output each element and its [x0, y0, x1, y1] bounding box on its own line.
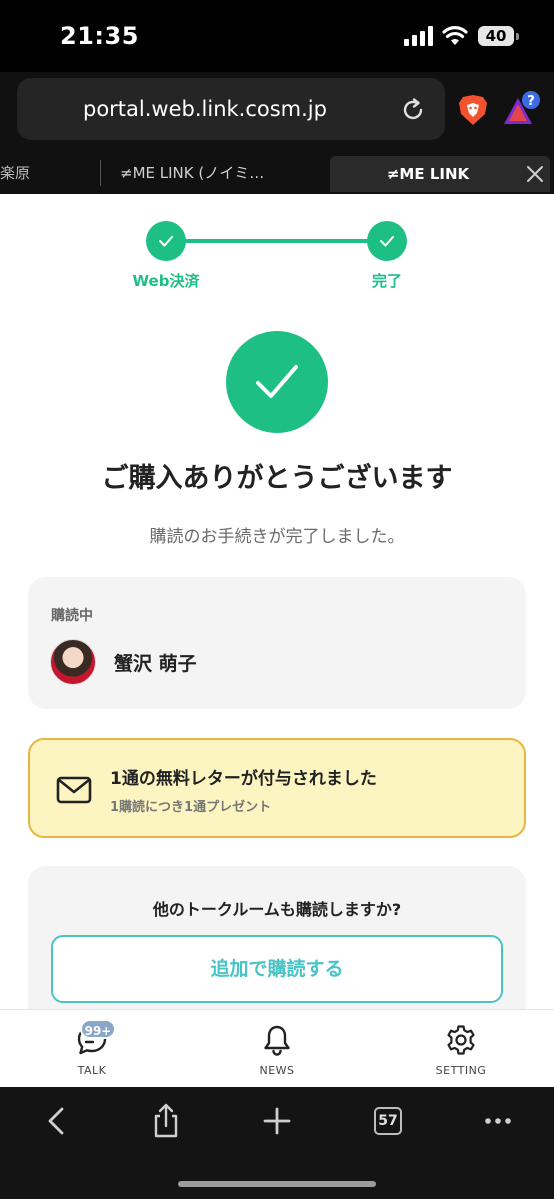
member-avatar	[50, 639, 96, 685]
new-tab-icon[interactable]	[257, 1101, 297, 1141]
gear-icon	[447, 1025, 475, 1055]
brave-rewards-button[interactable]: ?	[502, 90, 542, 130]
member-name: 蟹沢 萌子	[114, 653, 197, 675]
nav-setting-label: SETTING	[435, 1064, 487, 1077]
nav-news-label: NEWS	[259, 1064, 295, 1077]
url-text[interactable]: portal.web.link.cosm.jp	[17, 78, 393, 140]
cellular-signal-icon	[404, 26, 433, 46]
rewards-triangle-icon: ?	[504, 91, 540, 124]
nav-news[interactable]: NEWS	[217, 1010, 337, 1088]
brave-shield-icon[interactable]	[458, 94, 488, 126]
tab-count: 57	[374, 1107, 402, 1135]
step-web-payment-check-icon	[146, 221, 186, 261]
stepper-line	[166, 239, 388, 243]
browser-address-area: portal.web.link.cosm.jp ?	[0, 72, 554, 154]
tab-active[interactable]: ≠ME LINK	[330, 156, 550, 192]
tab-previous[interactable]: 楽原	[0, 154, 40, 192]
page-title: ご購入ありがとうございます	[101, 463, 453, 494]
tab-switcher-button[interactable]: 57	[368, 1101, 408, 1141]
letter-notice-description: 1購読につき1通プレゼント	[110, 800, 272, 815]
address-bar[interactable]: portal.web.link.cosm.jp	[17, 78, 445, 140]
status-bar: 21:35 40	[0, 0, 554, 72]
progress-stepper: Web決済 完了	[0, 194, 554, 304]
nav-talk-label: TALK	[77, 1064, 107, 1077]
status-time: 21:35	[60, 22, 139, 50]
home-indicator	[178, 1181, 376, 1187]
close-tab-icon[interactable]	[526, 165, 544, 183]
bell-icon	[264, 1025, 290, 1056]
step-label-web-payment: Web決済	[132, 272, 200, 290]
subscribing-label: 購読中	[51, 608, 93, 624]
envelope-icon	[56, 776, 92, 804]
app-bottom-nav: 99+ TALK NEWS SETTING	[0, 1009, 554, 1087]
subscribe-more-question: 他のトークルームも購読しますか?	[152, 900, 402, 919]
unread-badge: 99+	[80, 1019, 116, 1039]
battery-indicator: 40	[478, 26, 519, 46]
wifi-icon	[442, 26, 468, 45]
nav-setting[interactable]: SETTING	[401, 1010, 521, 1088]
active-tab-label: ≠ME LINK	[386, 165, 470, 183]
nav-talk[interactable]: 99+ TALK	[32, 1010, 152, 1088]
rewards-badge: ?	[527, 94, 535, 109]
page-content: Web決済 完了 ご購入ありがとうございます 購読のお手続きが完了しました。 購…	[0, 194, 554, 1009]
step-complete-check-icon	[367, 221, 407, 261]
add-subscription-button[interactable]: 追加で購読する	[51, 935, 503, 1003]
subscribe-more-card: 他のトークルームも購読しますか? 追加で購読する	[28, 866, 526, 1009]
page-subtitle: 購読のお手続きが完了しました。	[149, 527, 405, 547]
tab-divider	[100, 160, 101, 186]
share-icon[interactable]	[146, 1101, 186, 1141]
success-check-icon	[226, 331, 328, 433]
back-icon[interactable]	[38, 1101, 78, 1141]
more-icon[interactable]	[478, 1101, 518, 1141]
tab-noimi-link[interactable]: ≠ME LINK (ノイミ…	[120, 154, 320, 192]
browser-tab-strip: 楽原 ≠ME LINK (ノイミ… ≠ME LINK	[0, 154, 554, 194]
reload-icon[interactable]	[400, 97, 426, 123]
step-label-complete: 完了	[371, 272, 402, 290]
free-letter-notice: 1通の無料レターが付与されました 1購読につき1通プレゼント	[28, 738, 526, 838]
letter-notice-title: 1通の無料レターが付与されました	[110, 769, 377, 789]
subscription-card: 購読中 蟹沢 萌子	[28, 577, 526, 709]
browser-toolbar: 57	[0, 1087, 554, 1199]
